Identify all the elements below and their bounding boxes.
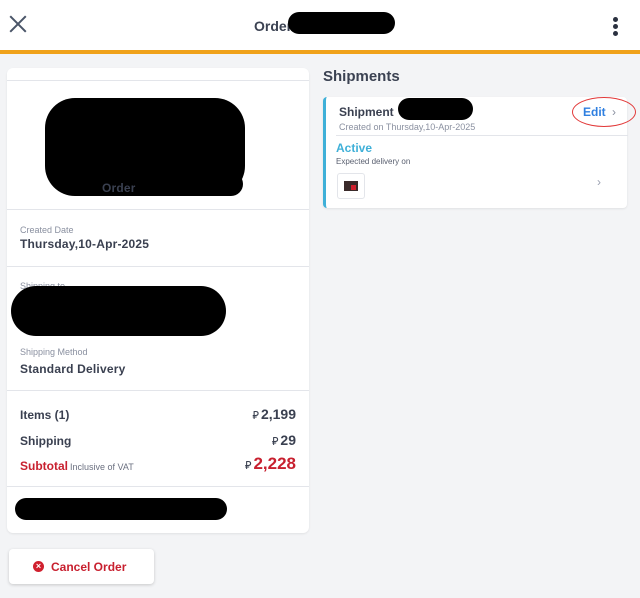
order-number-label: Order [102, 181, 136, 195]
close-icon[interactable] [8, 14, 28, 34]
shipment-name: Shipment [339, 105, 394, 119]
edit-shipment-button[interactable]: Edit [583, 105, 606, 119]
shipments-title: Shipments [323, 68, 400, 85]
redacted-order-id [135, 172, 243, 196]
cancel-circle-icon: × [33, 561, 44, 572]
shipping-amount-value: 29 [280, 432, 296, 448]
currency-symbol: ⃁ [252, 410, 259, 422]
subtotal-amount-value: 2,228 [253, 454, 296, 473]
shipping-method-label: Shipping Method [20, 347, 88, 357]
redacted-shipment-id [398, 98, 473, 120]
subtotal-amount: ⃁ 2,228 [245, 454, 296, 474]
product-thumbnail [337, 173, 365, 199]
cancel-order-label: Cancel Order [51, 560, 127, 574]
cancel-order-button[interactable]: × Cancel Order [9, 549, 154, 584]
order-summary-card: Order Created Date Thursday,10-Apr-2025 … [7, 68, 309, 533]
shipping-amount: ⃁ 29 [272, 432, 296, 449]
vat-note: Inclusive of VAT [70, 462, 134, 472]
divider [7, 80, 309, 81]
product-image-accent [351, 185, 356, 190]
redacted-order-number [288, 12, 395, 34]
divider [7, 390, 309, 391]
shipping-label: Shipping [20, 434, 72, 448]
more-vertical-icon[interactable] [612, 17, 620, 37]
items-label: Items (1) [20, 408, 70, 422]
header-accent-bar [0, 50, 640, 54]
created-date-label: Created Date [20, 225, 74, 235]
currency-symbol: ⃁ [271, 436, 279, 448]
shipment-created-date: Created on Thursday,10-Apr-2025 [339, 122, 476, 132]
shipment-card[interactable]: Shipment Created on Thursday,10-Apr-2025… [323, 97, 636, 208]
divider [336, 135, 628, 136]
currency-symbol: ⃁ [244, 460, 252, 472]
divider [7, 266, 309, 267]
divider [7, 486, 309, 487]
created-date-value: Thursday,10-Apr-2025 [20, 237, 150, 251]
divider [7, 209, 309, 210]
shipment-status: Active [336, 141, 373, 155]
header: Order [0, 0, 640, 54]
page-title: Order [254, 18, 293, 34]
subtotal-text: Subtotal [20, 459, 68, 473]
expected-delivery-label: Expected delivery on [336, 157, 411, 166]
chevron-right-icon: › [612, 105, 616, 119]
subtotal-label: Subtotal Inclusive of VAT [20, 459, 134, 473]
redacted-address [11, 286, 226, 336]
redacted-footer-info [15, 498, 227, 520]
items-amount: ⃁ 2,199 [252, 406, 296, 423]
shipping-method-value: Standard Delivery [20, 362, 126, 376]
chevron-right-icon[interactable]: › [597, 175, 601, 189]
items-amount-value: 2,199 [260, 406, 296, 422]
